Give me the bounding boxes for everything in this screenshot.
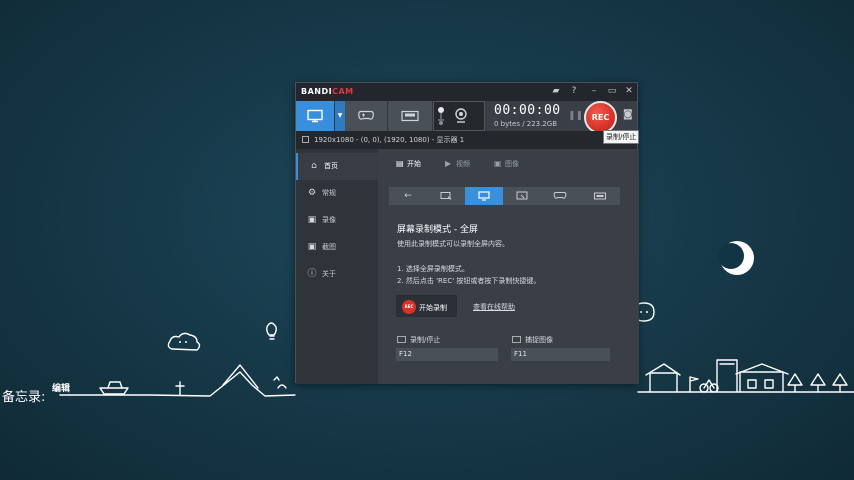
hdmi-device-icon[interactable] — [579, 187, 620, 205]
mode-selector-bar: ← — [389, 187, 620, 205]
microphone-icon — [438, 107, 444, 125]
mode-dropdown-arrow[interactable]: ▼ — [335, 101, 345, 131]
rec-dot-icon: REC — [402, 300, 416, 314]
folder-icon[interactable]: ▰ — [549, 84, 563, 99]
mode-title: 屏幕录制模式 - 全屏 — [397, 225, 478, 235]
background-memo-text: 备忘录: — [2, 390, 46, 405]
pause-icon[interactable]: ❚❚ — [568, 111, 583, 121]
home-icon: ⌂ — [311, 161, 317, 171]
image-icon: ▣ — [307, 242, 317, 252]
online-help-link[interactable]: 查看在线帮助 — [473, 302, 515, 312]
sidebar-item-label: 常规 — [322, 189, 336, 197]
recording-timer: 00:00:00 — [494, 103, 561, 118]
tab-image[interactable]: ▣ 图像 — [494, 159, 519, 169]
recording-area-text: 1920x1080 - (0, 0), (1920, 1080) - 显示器 1 — [314, 136, 465, 144]
video-icon: ▶ — [445, 159, 452, 168]
rec-tooltip: 录制/停止 — [603, 130, 640, 144]
sidebar-item-about[interactable]: ⓘ 关于 — [296, 261, 378, 288]
title-bar[interactable]: BANDICAM ▰ ? – ▭ ✕ — [296, 83, 637, 101]
webcam-overlay-button[interactable] — [433, 101, 485, 131]
help-icon[interactable]: ? — [567, 84, 581, 99]
info-icon: ⓘ — [307, 269, 317, 279]
tab-video[interactable]: ▶ 视频 — [445, 159, 470, 169]
rectangle-mode-icon[interactable] — [427, 187, 465, 205]
start-icon: ▤ — [396, 159, 404, 168]
hdmi-device-icon — [401, 110, 419, 122]
instruction-step-2: 2. 然后点击 'REC' 按钮或者按下录制快捷键。 — [397, 277, 541, 285]
monitor-icon — [307, 109, 323, 123]
mode-description: 使用此录制模式可以录制全屏内容。 — [397, 240, 509, 248]
hotkey-record-field[interactable]: F12 — [396, 348, 498, 361]
background-edit-text: 编辑 — [52, 384, 71, 394]
back-arrow-icon[interactable]: ← — [389, 187, 427, 205]
main-toolbar: ▼ 00:00:00 0 bytes / 223.2GB ❚❚ REC ◙ — [296, 101, 637, 134]
sidebar-item-home[interactable]: ⌂ 首页 — [296, 153, 378, 180]
tab-start[interactable]: ▤ 开始 — [396, 159, 421, 169]
start-recording-button[interactable]: REC 开始录制 — [396, 295, 457, 317]
instruction-step-1: 1. 选择全屏录制模式。 — [397, 265, 469, 273]
recording-area-bar: 1920x1080 - (0, 0), (1920, 1080) - 显示器 1 — [296, 131, 637, 149]
sidebar-item-label: 关于 — [322, 270, 336, 278]
game-mode-button[interactable] — [345, 101, 388, 131]
sidebar-item-image[interactable]: ▣ 截图 — [296, 234, 378, 261]
gamepad-icon — [358, 110, 374, 120]
close-icon[interactable]: ✕ — [622, 84, 636, 99]
fullscreen-mode-icon[interactable] — [465, 187, 503, 205]
camera-icon[interactable]: ◙ — [623, 109, 633, 120]
keyboard-icon — [512, 336, 521, 343]
area-checkbox[interactable] — [302, 136, 309, 143]
screen-mode-button[interactable] — [296, 101, 335, 131]
sidebar-item-label: 录像 — [322, 216, 336, 224]
gamepad-icon[interactable] — [541, 187, 579, 205]
webcam-icon — [455, 108, 467, 123]
app-logo: BANDICAM — [301, 87, 354, 96]
bandicam-window: BANDICAM ▰ ? – ▭ ✕ ▼ 00:00:00 0 bytes / … — [295, 82, 639, 384]
hotkey-record-label: 录制/停止 — [397, 335, 440, 345]
sidebar-item-label: 截图 — [322, 243, 336, 251]
hotkey-capture-label: 捕捉图像 — [512, 335, 553, 345]
image-icon: ▣ — [494, 159, 502, 168]
sidebar: ⌂ 首页 ⚙ 常规 ▣ 录像 ▣ 截图 ⓘ 关于 — [296, 149, 378, 384]
minimize-icon[interactable]: – — [587, 84, 601, 99]
device-mode-button[interactable] — [388, 101, 433, 131]
video-icon: ▣ — [307, 215, 317, 225]
sidebar-item-video[interactable]: ▣ 录像 — [296, 207, 378, 234]
around-mouse-mode-icon[interactable] — [503, 187, 541, 205]
hotkey-capture-field[interactable]: F11 — [511, 348, 610, 361]
file-size-info: 0 bytes / 223.2GB — [494, 120, 558, 128]
sidebar-item-general[interactable]: ⚙ 常规 — [296, 180, 378, 207]
gear-icon: ⚙ — [307, 188, 317, 198]
keyboard-icon — [397, 336, 406, 343]
restore-icon[interactable]: ▭ — [605, 84, 619, 99]
main-panel: ▤ 开始 ▶ 视频 ▣ 图像 ← 屏幕录制模式 - 全屏 使用此录制模式可以录制… — [378, 149, 639, 384]
sidebar-item-label: 首页 — [324, 162, 338, 170]
start-recording-label: 开始录制 — [419, 304, 447, 312]
